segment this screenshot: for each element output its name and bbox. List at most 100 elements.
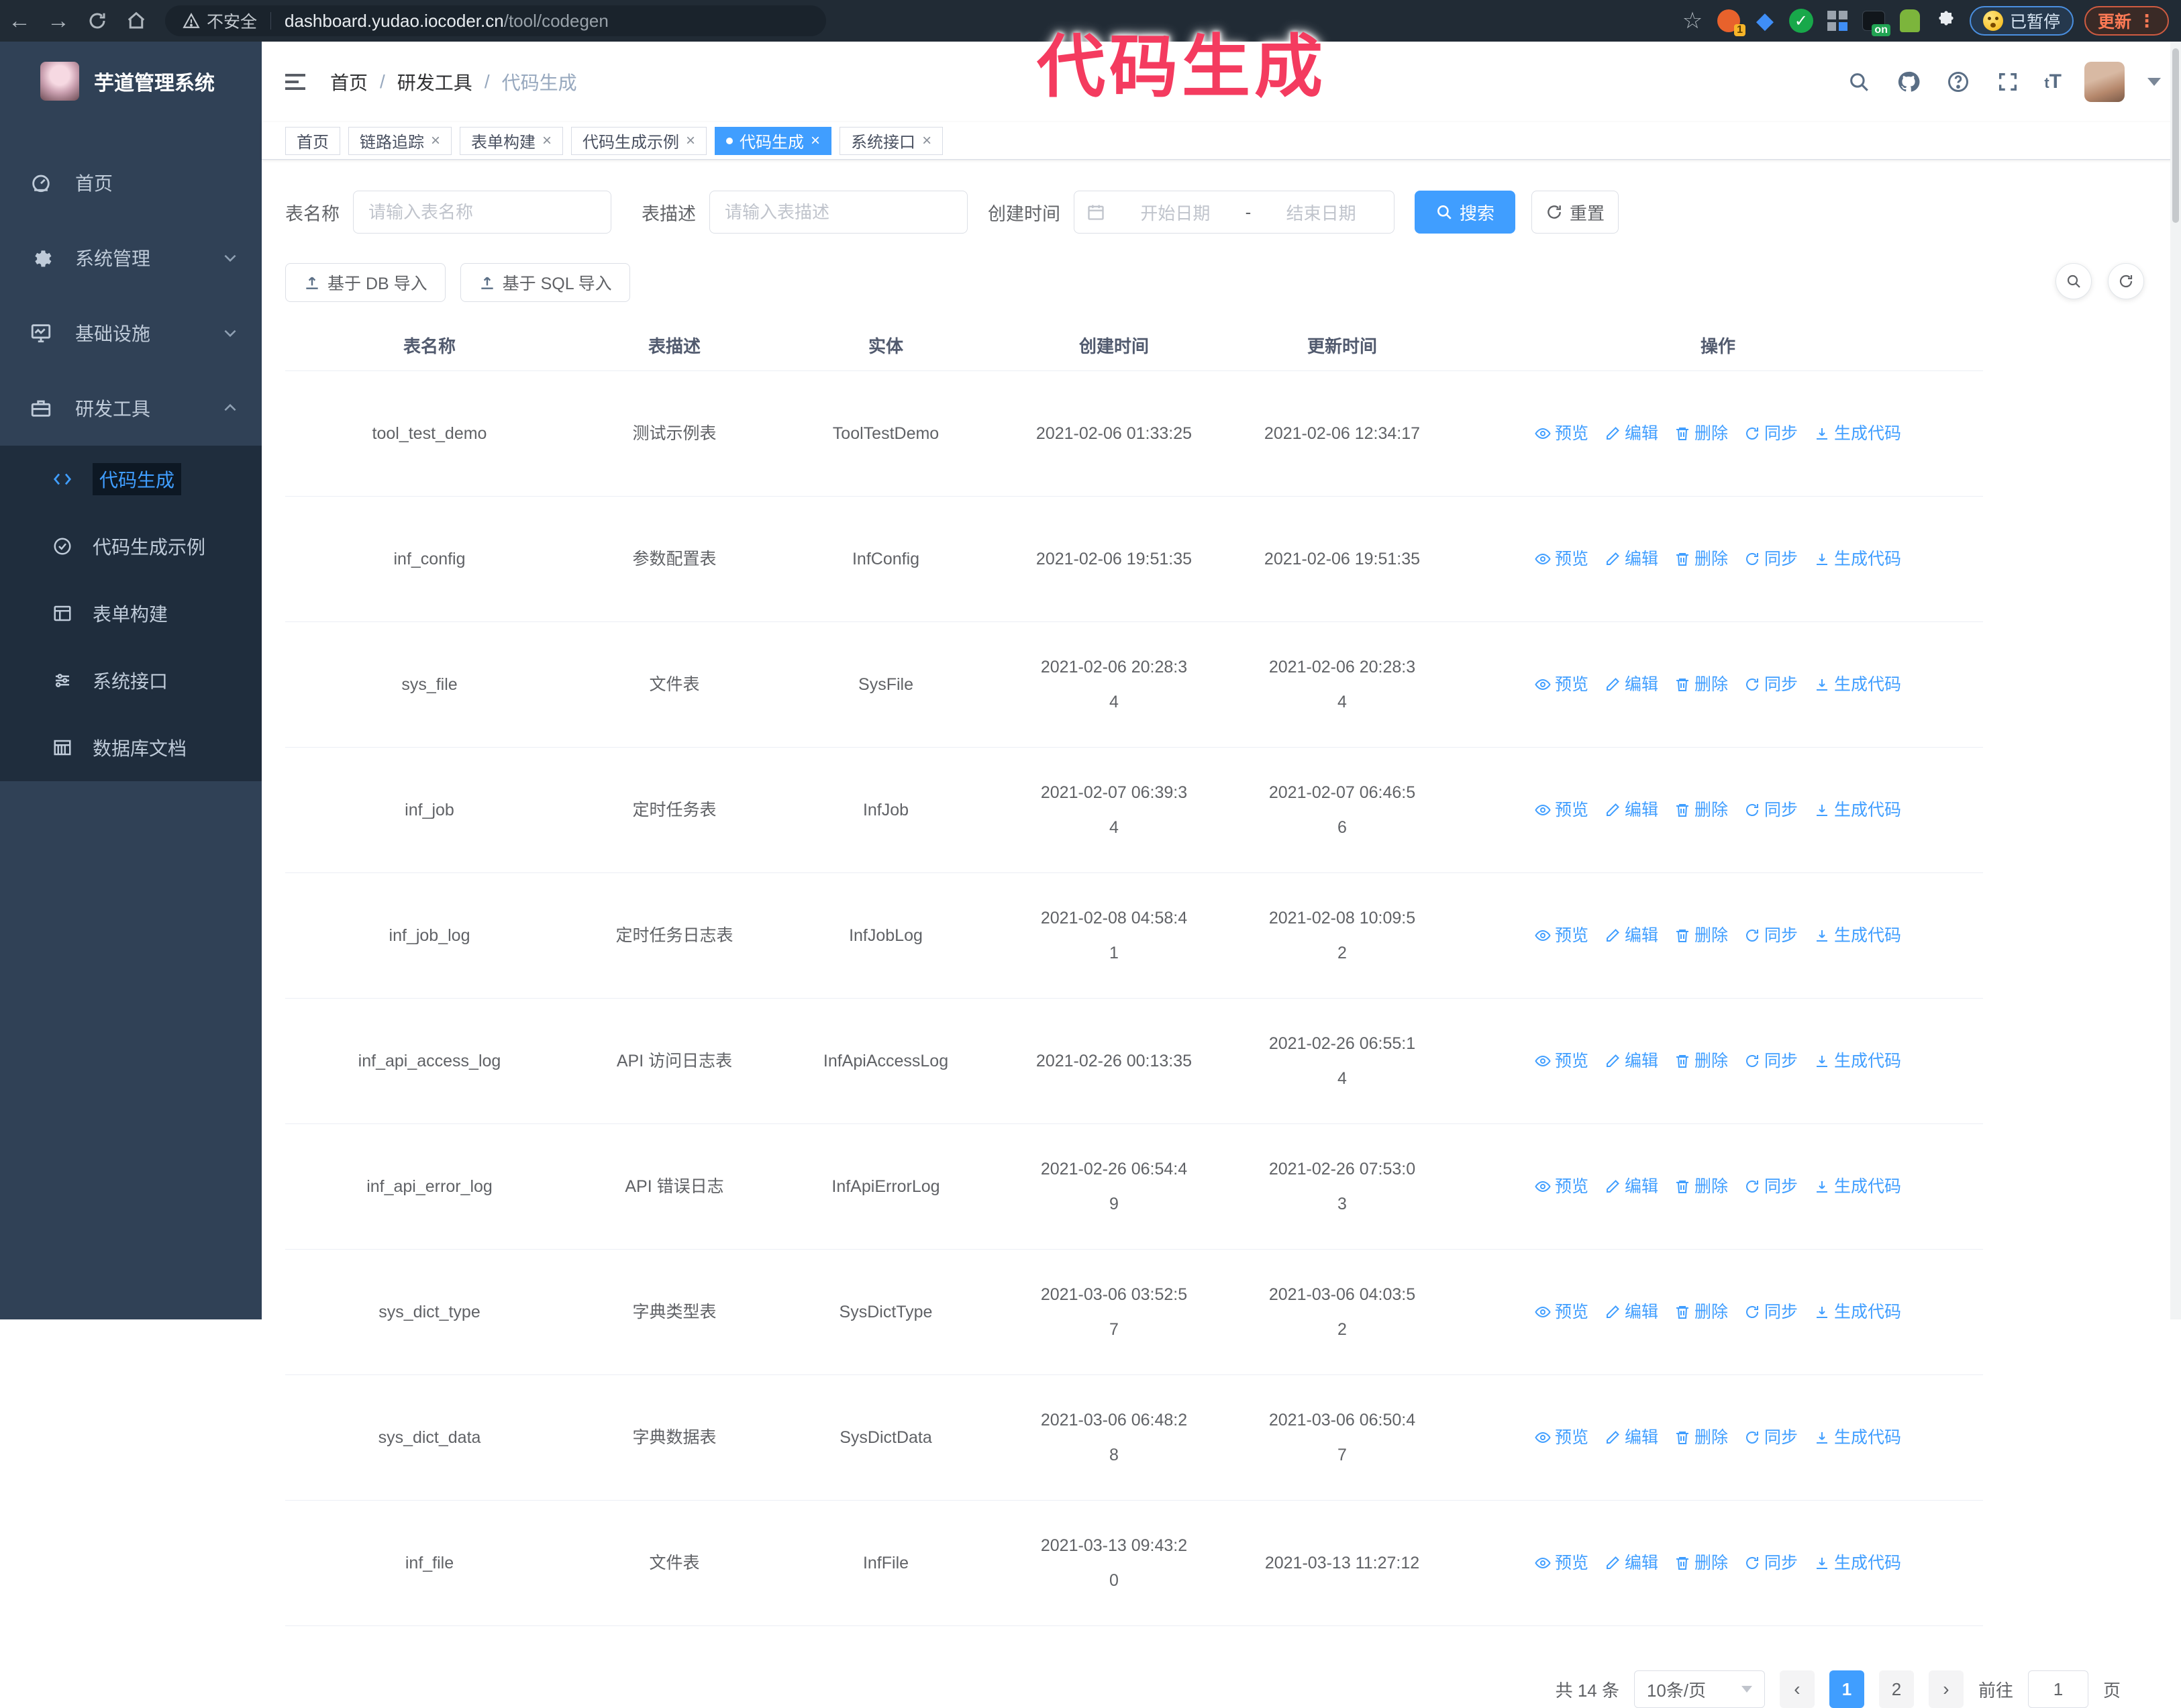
scrollbar-thumb[interactable]: [2172, 48, 2179, 223]
reload-icon[interactable]: [78, 5, 117, 36]
page-button-1[interactable]: 1: [1829, 1670, 1864, 1708]
tab-trace[interactable]: 链路追踪 ×: [348, 126, 452, 155]
tab-codegen-demo[interactable]: 代码生成示例 ×: [571, 126, 707, 155]
close-icon[interactable]: ×: [542, 132, 552, 150]
extensions-puzzle-icon[interactable]: [1933, 8, 1959, 34]
generate-code-link[interactable]: 生成代码: [1814, 667, 1901, 702]
edit-link[interactable]: 编辑: [1605, 1169, 1658, 1204]
generate-code-link[interactable]: 生成代码: [1814, 416, 1901, 451]
delete-link[interactable]: 删除: [1674, 1295, 1728, 1329]
sync-link[interactable]: 同步: [1744, 1546, 1798, 1580]
extension-icon-green-figure[interactable]: [1897, 8, 1923, 34]
page-size-select[interactable]: 10条/页: [1633, 1670, 1765, 1708]
delete-link[interactable]: 删除: [1674, 793, 1728, 827]
tab-form-builder[interactable]: 表单构建 ×: [460, 126, 564, 155]
sync-link[interactable]: 同步: [1744, 416, 1798, 451]
prev-page-button[interactable]: ‹: [1779, 1670, 1815, 1708]
paused-chip[interactable]: 已暂停: [1969, 6, 2074, 36]
reset-button[interactable]: 重置: [1531, 191, 1619, 234]
breadcrumb-devtools[interactable]: 研发工具: [397, 68, 472, 95]
bookmark-star-icon[interactable]: ☆: [1680, 8, 1705, 34]
sidebar-item-system-api[interactable]: 系统接口: [0, 647, 262, 714]
generate-code-link[interactable]: 生成代码: [1814, 1044, 1901, 1078]
table-desc-input[interactable]: [709, 191, 968, 234]
search-icon[interactable]: [1845, 68, 1872, 95]
delete-link[interactable]: 删除: [1674, 1420, 1728, 1455]
sidebar-item-infra[interactable]: 基础设施: [0, 295, 262, 370]
edit-link[interactable]: 编辑: [1605, 1420, 1658, 1455]
edit-link[interactable]: 编辑: [1605, 542, 1658, 576]
sidebar-item-home[interactable]: 首页: [0, 145, 262, 220]
delete-link[interactable]: 删除: [1674, 1044, 1728, 1078]
preview-link[interactable]: 预览: [1535, 1295, 1588, 1329]
preview-link[interactable]: 预览: [1535, 542, 1588, 576]
edit-link[interactable]: 编辑: [1605, 793, 1658, 827]
generate-code-link[interactable]: 生成代码: [1814, 542, 1901, 576]
next-page-button[interactable]: ›: [1928, 1670, 1964, 1708]
extension-icon-orange[interactable]: 1: [1716, 8, 1745, 36]
not-secure-warning[interactable]: 不安全: [183, 9, 257, 33]
search-button[interactable]: 搜索: [1415, 191, 1515, 234]
sync-link[interactable]: 同步: [1744, 918, 1798, 953]
extension-icon-dark[interactable]: on: [1861, 8, 1890, 36]
table-name-input[interactable]: [353, 191, 611, 234]
sync-link[interactable]: 同步: [1744, 793, 1798, 827]
avatar[interactable]: [2084, 62, 2125, 102]
preview-link[interactable]: 预览: [1535, 793, 1588, 827]
home-icon[interactable]: [117, 5, 156, 36]
import-db-button[interactable]: 基于 DB 导入: [285, 263, 446, 302]
close-icon[interactable]: ×: [811, 132, 820, 150]
edit-link[interactable]: 编辑: [1605, 416, 1658, 451]
sidebar-item-system[interactable]: 系统管理: [0, 220, 262, 295]
help-icon[interactable]: [1945, 68, 1972, 95]
preview-link[interactable]: 预览: [1535, 918, 1588, 953]
sync-link[interactable]: 同步: [1744, 542, 1798, 576]
goto-page-input[interactable]: [2027, 1670, 2088, 1708]
delete-link[interactable]: 删除: [1674, 542, 1728, 576]
refresh-button[interactable]: [2108, 263, 2144, 299]
preview-link[interactable]: 预览: [1535, 1169, 1588, 1204]
edit-link[interactable]: 编辑: [1605, 667, 1658, 702]
date-range-picker[interactable]: 开始日期 - 结束日期: [1074, 191, 1394, 234]
extension-icon-green-check[interactable]: ✓: [1788, 8, 1814, 34]
generate-code-link[interactable]: 生成代码: [1814, 1420, 1901, 1455]
forward-icon[interactable]: →: [39, 5, 78, 36]
delete-link[interactable]: 删除: [1674, 1169, 1728, 1204]
tab-system-api[interactable]: 系统接口 ×: [840, 126, 944, 155]
delete-link[interactable]: 删除: [1674, 1546, 1728, 1580]
tab-codegen[interactable]: 代码生成 ×: [715, 126, 832, 155]
hamburger-icon[interactable]: [282, 67, 311, 97]
close-icon[interactable]: ×: [686, 132, 695, 150]
sidebar-item-codegen-demo[interactable]: 代码生成示例: [0, 513, 262, 580]
sync-link[interactable]: 同步: [1744, 667, 1798, 702]
generate-code-link[interactable]: 生成代码: [1814, 1169, 1901, 1204]
extension-icon-grid[interactable]: [1825, 8, 1850, 34]
sidebar-item-codegen[interactable]: 代码生成: [0, 446, 262, 513]
page-button-2[interactable]: 2: [1878, 1670, 1914, 1708]
sidebar-item-devtools[interactable]: 研发工具: [0, 370, 262, 446]
page-scrollbar[interactable]: [2170, 42, 2181, 1319]
preview-link[interactable]: 预览: [1535, 667, 1588, 702]
edit-link[interactable]: 编辑: [1605, 1044, 1658, 1078]
address-bar[interactable]: 不安全 dashboard.yudao.iocoder.cn/tool/code…: [165, 5, 826, 36]
edit-link[interactable]: 编辑: [1605, 918, 1658, 953]
kebab-menu-icon[interactable]: ⋮: [2138, 11, 2155, 32]
sync-link[interactable]: 同步: [1744, 1295, 1798, 1329]
preview-link[interactable]: 预览: [1535, 1546, 1588, 1580]
sidebar-item-form-builder[interactable]: 表单构建: [0, 580, 262, 647]
sync-link[interactable]: 同步: [1744, 1169, 1798, 1204]
preview-link[interactable]: 预览: [1535, 1044, 1588, 1078]
delete-link[interactable]: 删除: [1674, 667, 1728, 702]
close-icon[interactable]: ×: [431, 132, 440, 150]
import-sql-button[interactable]: 基于 SQL 导入: [460, 263, 630, 302]
edit-link[interactable]: 编辑: [1605, 1295, 1658, 1329]
back-icon[interactable]: ←: [0, 5, 39, 36]
breadcrumb-home[interactable]: 首页: [330, 68, 368, 95]
github-icon[interactable]: [1895, 68, 1922, 95]
sync-link[interactable]: 同步: [1744, 1044, 1798, 1078]
generate-code-link[interactable]: 生成代码: [1814, 1546, 1901, 1580]
edit-link[interactable]: 编辑: [1605, 1546, 1658, 1580]
sync-link[interactable]: 同步: [1744, 1420, 1798, 1455]
fullscreen-icon[interactable]: [1994, 68, 2021, 95]
delete-link[interactable]: 删除: [1674, 416, 1728, 451]
